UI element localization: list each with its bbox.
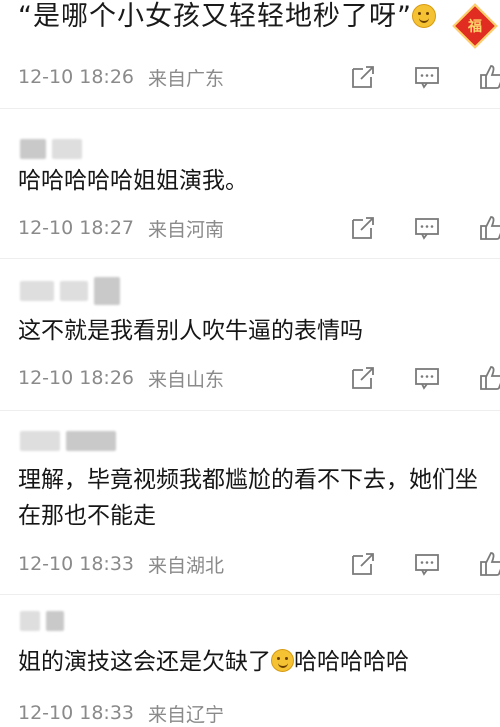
blurred-username [20,138,82,160]
comment-location: 来自广东 [148,67,225,90]
comment-time: 12-10 18:26 [18,367,135,389]
thumbs-up-icon[interactable] [478,551,500,577]
comment-location: 来自河南 [148,218,225,241]
blurred-username [20,610,64,632]
blurred-name-block [94,277,120,305]
share-icon[interactable] [350,215,376,241]
laughing-emoji-icon [271,649,294,672]
blurred-name-block [46,611,64,631]
comment-location: 来自山东 [148,368,225,391]
smiling-emoji-icon [411,3,436,28]
comment-time: 12-10 18:26 [18,66,135,88]
blurred-name-block [66,431,116,451]
comment-location: 来自辽宁 [148,703,225,726]
comment-meta-5: 12-10 18:33 来自辽宁 [18,699,500,727]
comment-meta-2: 12-10 18:27 来自河南 [18,214,500,242]
thumbs-up-icon[interactable] [478,64,500,90]
comment-text: 这不就是我看别人吹牛逼的表情吗 [18,318,363,344]
thumbs-up-icon[interactable] [478,215,500,241]
comment-actions [350,63,500,91]
share-icon[interactable] [350,551,376,577]
divider [0,258,500,259]
comment-icon[interactable] [414,365,440,391]
fu-badge[interactable]: 福 [450,3,500,49]
blurred-name-block [20,431,60,451]
comment-time: 12-10 18:33 [18,553,135,575]
divider [0,410,500,411]
comment-meta-3: 12-10 18:26 来自山东 [18,364,500,392]
comment-time: 12-10 18:33 [18,702,135,724]
comment-text-top: “是哪个小女孩又轻轻地秒了呀” [18,0,436,33]
comment-text-part: 哈哈哈哈哈 [294,649,409,675]
comment-text-part: 姐的演技这会还是欠缺了 [18,649,271,675]
divider [0,108,500,109]
comment-text-top-label: “是哪个小女孩又轻轻地秒了呀” [18,1,412,32]
blurred-username [20,430,116,452]
blurred-username [20,277,120,305]
comment-icon[interactable] [414,215,440,241]
comment-text: 姐的演技这会还是欠缺了 哈哈哈哈哈 [18,644,490,680]
comment-actions [350,214,500,242]
comment-text: 理解，毕竟视频我都尴尬的看不下去，她们坐在那也不能走 [18,467,478,529]
comment-location: 来自湖北 [148,554,225,577]
blurred-name-block [20,139,46,159]
divider [0,594,500,595]
share-icon[interactable] [350,365,376,391]
comment-icon[interactable] [414,551,440,577]
blurred-name-block [52,139,82,159]
comment-meta-4: 12-10 18:33 来自湖北 [18,550,500,578]
comment-text: 哈哈哈哈哈姐姐演我。 [18,168,248,194]
fu-badge-label: 福 [468,19,482,35]
thumbs-up-icon[interactable] [478,365,500,391]
blurred-name-block [60,281,88,301]
comment-icon[interactable] [414,64,440,90]
comment-actions [350,364,500,392]
comment-actions [350,550,500,578]
comment-time: 12-10 18:27 [18,217,135,239]
comment-meta-1: 12-10 18:26 来自广东 [18,63,500,91]
blurred-name-block [20,281,54,301]
share-icon[interactable] [350,64,376,90]
blurred-name-block [20,611,40,631]
